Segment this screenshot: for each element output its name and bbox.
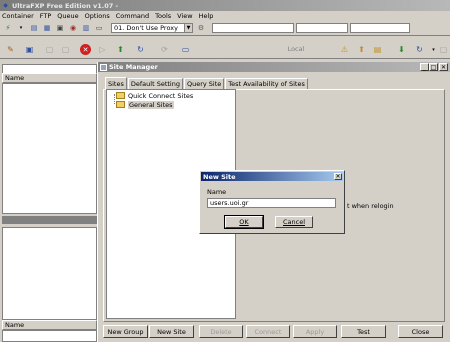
warning-icon[interactable]: ⚠ bbox=[339, 44, 350, 55]
site-manager-titlebar: Site Manager bbox=[98, 62, 450, 72]
column-header-name[interactable]: Name bbox=[2, 73, 97, 83]
cancel-button[interactable]: Cancel bbox=[275, 216, 313, 228]
tab-query-site[interactable]: Query Site bbox=[183, 78, 225, 89]
stop-icon[interactable]: ✕ bbox=[80, 44, 91, 55]
menu-options[interactable]: Options bbox=[85, 12, 110, 20]
folder-new-icon[interactable]: ▢ bbox=[60, 44, 71, 55]
site-manager-icon[interactable]: ▤ bbox=[29, 23, 39, 33]
connect-icon[interactable]: ⚡ bbox=[3, 23, 13, 33]
options-icon[interactable]: ◉ bbox=[68, 23, 78, 33]
menu-bar: Container FTP Queue Options Command Tool… bbox=[0, 11, 450, 21]
new-site-button[interactable]: New Site bbox=[149, 325, 194, 338]
chevron-down-icon[interactable]: ▼ bbox=[184, 24, 192, 32]
app-titlebar: ◆ UltraFXP Free Edition v1.07 - bbox=[0, 0, 450, 11]
connect-server-icon[interactable]: ▣ bbox=[24, 44, 35, 55]
ok-label: OK bbox=[239, 218, 249, 226]
log-icon[interactable]: ▣ bbox=[55, 23, 65, 33]
transfer-icon[interactable]: ⬆ bbox=[115, 44, 126, 55]
queue-list-body[interactable] bbox=[2, 330, 97, 342]
tree-item-general-sites[interactable]: General Sites bbox=[116, 100, 174, 109]
new-site-dialog: New Site ✕ Name users.uoi.gr OK Cancel bbox=[199, 170, 345, 234]
host-input[interactable] bbox=[212, 23, 294, 33]
disconnect-icon[interactable]: ⟳ bbox=[159, 44, 170, 55]
tab-sites[interactable]: Sites bbox=[105, 77, 127, 89]
refresh-local-icon[interactable]: ↻ bbox=[414, 44, 425, 55]
menu-tools[interactable]: Tools bbox=[155, 12, 171, 20]
dialog-title: New Site bbox=[203, 172, 236, 181]
remote-file-list-body[interactable] bbox=[2, 83, 97, 214]
column-header-name-2[interactable]: Name bbox=[2, 320, 97, 330]
site-manager-tabs: Sites Default Setting Query Site Test Av… bbox=[105, 77, 309, 89]
transfer-local-icon[interactable]: ⬇ bbox=[396, 44, 407, 55]
tree-item-quick-connect[interactable]: Quick Connect Sites bbox=[116, 91, 193, 100]
dialog-close-icon[interactable]: ✕ bbox=[334, 173, 342, 180]
menu-view[interactable]: View bbox=[177, 12, 192, 20]
local-button[interactable]: Local bbox=[278, 42, 314, 56]
queue-icon[interactable]: ▦ bbox=[42, 23, 52, 33]
close-site-manager-button[interactable]: Close bbox=[398, 325, 443, 338]
dialog-titlebar: New Site ✕ bbox=[201, 172, 343, 181]
folder-icon bbox=[116, 92, 125, 99]
tree-connector bbox=[114, 94, 115, 104]
apply-button[interactable]: Apply bbox=[293, 325, 337, 338]
tree-item-label: Quick Connect Sites bbox=[128, 91, 194, 100]
app-logo-icon: ◆ bbox=[3, 2, 8, 9]
monitor-icon[interactable]: ▭ bbox=[94, 23, 104, 33]
menu-queue[interactable]: Queue bbox=[57, 12, 78, 20]
relogin-label: t when relogin bbox=[347, 202, 394, 210]
tab-default-setting[interactable]: Default Setting bbox=[127, 78, 183, 89]
menu-ftp[interactable]: FTP bbox=[40, 12, 52, 20]
menu-help[interactable]: Help bbox=[199, 12, 214, 20]
close-button[interactable]: ✕ bbox=[439, 63, 448, 71]
site-manager-window-icon bbox=[100, 63, 107, 71]
cancel-label: Cancel bbox=[282, 218, 306, 226]
name-label: Name bbox=[207, 188, 227, 196]
computer-icon[interactable]: ▭ bbox=[180, 44, 191, 55]
menu-container[interactable]: Container bbox=[2, 12, 34, 20]
panel-divider[interactable] bbox=[2, 216, 97, 224]
menu-command[interactable]: Command bbox=[116, 12, 149, 20]
connect-button[interactable]: Connect bbox=[246, 325, 290, 338]
folder-up-local-icon[interactable]: ⬆ bbox=[356, 44, 367, 55]
folder-open-icon bbox=[116, 101, 125, 108]
site-name-value: users.uoi.gr bbox=[210, 199, 249, 207]
site-name-input[interactable]: users.uoi.gr bbox=[207, 198, 336, 208]
refresh-icon[interactable]: ↻ bbox=[135, 44, 146, 55]
wrench-icon[interactable]: ✎ bbox=[5, 44, 16, 55]
folder-up-icon[interactable]: ▢ bbox=[44, 44, 55, 55]
proxy-value: 01. Don't Use Proxy bbox=[114, 24, 178, 32]
proxy-select[interactable]: 01. Don't Use Proxy ▼ bbox=[111, 23, 193, 33]
tab-test-availability[interactable]: Test Availability of Sites bbox=[225, 78, 308, 89]
minimize-button[interactable]: _ bbox=[420, 63, 429, 71]
zap-icon[interactable]: ⚙ bbox=[196, 23, 206, 33]
folder-new-local-icon[interactable]: ▤ bbox=[372, 44, 383, 55]
dropdown-arrow-icon[interactable]: ▾ bbox=[16, 23, 26, 33]
settings-local-icon[interactable]: ▢ bbox=[438, 44, 449, 55]
delete-button[interactable]: Delete bbox=[199, 325, 243, 338]
maximize-button[interactable]: □ bbox=[429, 63, 438, 71]
user-input[interactable] bbox=[296, 23, 348, 33]
queue-list[interactable] bbox=[2, 227, 97, 320]
site-manager-title: Site Manager bbox=[109, 63, 158, 71]
play-icon[interactable]: ▷ bbox=[97, 44, 108, 55]
ok-button[interactable]: OK bbox=[224, 215, 264, 229]
left-panel: Name Name bbox=[2, 64, 97, 342]
test-button[interactable]: Test bbox=[341, 325, 386, 338]
app-title: UltraFXP Free Edition v1.07 - bbox=[12, 1, 119, 10]
new-group-button[interactable]: New Group bbox=[103, 325, 148, 338]
tree-item-label: General Sites bbox=[128, 100, 174, 109]
schedule-icon[interactable]: ▥ bbox=[81, 23, 91, 33]
password-input[interactable] bbox=[350, 23, 410, 33]
